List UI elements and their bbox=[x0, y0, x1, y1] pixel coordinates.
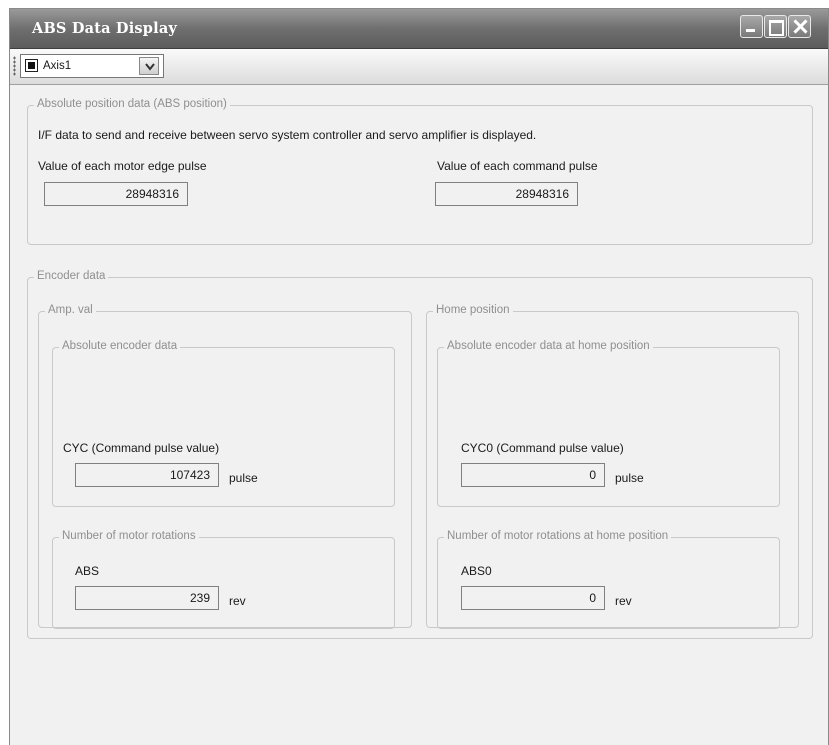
home-position-group: Home position Absolute encoder data at h… bbox=[426, 304, 799, 629]
abs-position-legend: Absolute position data (ABS position) bbox=[34, 98, 230, 110]
amp-val-legend: Amp. val bbox=[45, 304, 96, 316]
motor-edge-pulse-label: Value of each motor edge pulse bbox=[38, 159, 207, 173]
encoder-data-group: Encoder data Amp. val Absolute encoder d… bbox=[27, 270, 813, 639]
home-abs-encoder-group: Absolute encoder data at home position C… bbox=[437, 340, 780, 507]
amp-abs-encoder-legend: Absolute encoder data bbox=[59, 340, 181, 352]
axis-select-value: Axis1 bbox=[43, 60, 72, 72]
abs-data-display-window: ABS Data Display Axis1 Absolute position… bbox=[9, 8, 829, 745]
toolbar-grip-icon[interactable] bbox=[13, 56, 16, 76]
home-rotations-legend: Number of motor rotations at home positi… bbox=[444, 530, 672, 542]
cyc0-value: 0 bbox=[461, 463, 605, 487]
home-position-legend: Home position bbox=[433, 304, 513, 316]
axis-select[interactable]: Axis1 bbox=[20, 54, 164, 78]
abs0-label: ABS0 bbox=[461, 564, 492, 578]
abs-value: 239 bbox=[75, 586, 219, 610]
maximize-button[interactable] bbox=[764, 15, 787, 38]
chevron-down-icon bbox=[145, 63, 155, 71]
home-abs-encoder-legend: Absolute encoder data at home position bbox=[444, 340, 653, 352]
cyc0-unit: pulse bbox=[615, 471, 644, 485]
axis-dropdown-button[interactable] bbox=[139, 57, 159, 75]
amp-rotations-group: Number of motor rotations ABS 239 rev bbox=[52, 530, 395, 629]
cyc-unit: pulse bbox=[229, 471, 258, 485]
command-pulse-value: 28948316 bbox=[435, 182, 578, 206]
amp-rotations-legend: Number of motor rotations bbox=[59, 530, 199, 542]
cyc0-label: CYC0 (Command pulse value) bbox=[461, 441, 624, 455]
close-button[interactable] bbox=[788, 15, 811, 38]
amp-val-group: Amp. val Absolute encoder data CYC (Comm… bbox=[38, 304, 412, 629]
home-rotations-group: Number of motor rotations at home positi… bbox=[437, 530, 780, 629]
abs0-unit: rev bbox=[615, 594, 632, 608]
amp-abs-encoder-group: Absolute encoder data CYC (Command pulse… bbox=[52, 340, 395, 507]
minimize-button[interactable] bbox=[740, 15, 763, 38]
cyc-value: 107423 bbox=[75, 463, 219, 487]
abs-unit: rev bbox=[229, 594, 246, 608]
axis-square-icon bbox=[25, 59, 38, 72]
toolbar: Axis1 bbox=[10, 49, 828, 85]
window-title: ABS Data Display bbox=[32, 20, 178, 37]
cyc-label: CYC (Command pulse value) bbox=[63, 441, 220, 455]
encoder-data-legend: Encoder data bbox=[34, 270, 109, 282]
abs-position-description: I/F data to send and receive between ser… bbox=[38, 128, 537, 142]
abs-position-group: Absolute position data (ABS position) I/… bbox=[27, 98, 813, 245]
abs0-value: 0 bbox=[461, 586, 605, 610]
motor-edge-pulse-value: 28948316 bbox=[44, 182, 188, 206]
title-bar[interactable]: ABS Data Display bbox=[10, 9, 828, 49]
command-pulse-label: Value of each command pulse bbox=[437, 159, 598, 173]
abs-label: ABS bbox=[75, 564, 100, 578]
